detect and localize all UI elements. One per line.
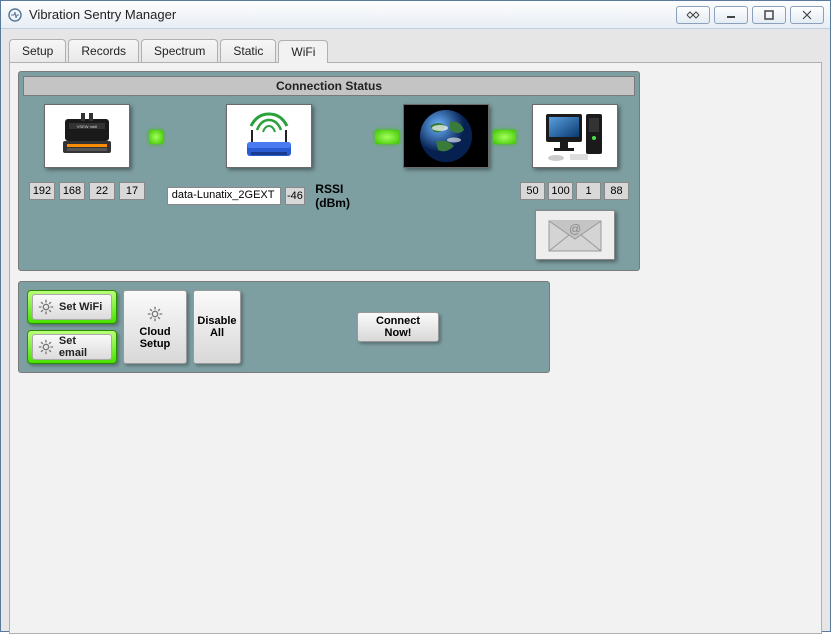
cloud-setup-label: CloudSetup <box>139 326 170 350</box>
controls-panel: Set WiFi Set email CloudSetup <box>18 281 550 373</box>
device-ip-octet-1[interactable]: 192 <box>29 182 55 200</box>
set-email-label: Set email <box>59 335 107 359</box>
status-header: Connection Status <box>23 76 635 96</box>
gear-icon <box>146 305 164 323</box>
overflow-button[interactable] <box>676 6 710 24</box>
svg-text:@: @ <box>568 222 580 236</box>
tab-static[interactable]: Static <box>220 39 276 62</box>
app-window: Vibration Sentry Manager Setup Records S… <box>0 0 831 632</box>
window-controls <box>672 6 824 24</box>
tab-wifi[interactable]: WiFi <box>278 40 328 63</box>
set-email-button[interactable]: Set email <box>27 330 117 364</box>
tab-setup[interactable]: Setup <box>9 39 66 62</box>
internet-column <box>403 104 489 168</box>
tab-strip: Setup Records Spectrum Static WiFi <box>9 37 822 62</box>
client-area: Setup Records Spectrum Static WiFi Conne… <box>1 29 830 631</box>
ssid-field[interactable]: data-Lunatix_2GEXT <box>167 187 281 205</box>
cloud-setup-button[interactable]: CloudSetup <box>123 290 187 364</box>
svg-text:VSEW mkII: VSEW mkII <box>77 124 97 129</box>
email-icon: @ <box>535 210 615 260</box>
window-title: Vibration Sentry Manager <box>29 7 176 22</box>
minimize-button[interactable] <box>714 6 748 24</box>
computer-icon <box>532 104 618 168</box>
disable-all-button[interactable]: DisableAll <box>193 290 241 364</box>
server-ip-octet-1[interactable]: 50 <box>520 182 545 200</box>
link-internet-server <box>493 130 516 144</box>
connect-now-label: ConnectNow! <box>376 315 420 339</box>
router-column: data-Lunatix_2GEXT -46 RSSI (dBm) <box>167 104 372 210</box>
link-device-router <box>149 130 163 144</box>
globe-icon <box>403 104 489 168</box>
server-column: 50 100 1 88 @ <box>520 104 629 260</box>
server-ip-octet-2[interactable]: 100 <box>548 182 573 200</box>
device-ip-octet-3[interactable]: 22 <box>89 182 115 200</box>
rssi-value: -46 <box>285 187 306 205</box>
tab-records[interactable]: Records <box>68 39 139 62</box>
gear-icon <box>37 338 55 356</box>
tab-spectrum[interactable]: Spectrum <box>141 39 218 62</box>
connect-now-button[interactable]: ConnectNow! <box>357 312 439 342</box>
device-ip-octet-4[interactable]: 17 <box>119 182 145 200</box>
set-wifi-button[interactable]: Set WiFi <box>27 290 117 324</box>
server-ip-octet-4[interactable]: 88 <box>604 182 629 200</box>
titlebar: Vibration Sentry Manager <box>1 1 830 29</box>
link-router-internet <box>375 130 398 144</box>
app-icon <box>7 7 23 23</box>
connection-status-panel: Connection Status VSEW mkII <box>18 71 640 271</box>
maximize-button[interactable] <box>752 6 786 24</box>
rssi-label: RSSI (dBm) <box>315 182 371 210</box>
close-button[interactable] <box>790 6 824 24</box>
device-ip-octet-2[interactable]: 168 <box>59 182 85 200</box>
tab-content: Connection Status VSEW mkII <box>9 62 822 634</box>
set-wifi-label: Set WiFi <box>59 301 102 313</box>
device-icon: VSEW mkII <box>44 104 130 168</box>
gear-icon <box>37 298 55 316</box>
server-ip-octet-3[interactable]: 1 <box>576 182 601 200</box>
router-icon <box>226 104 312 168</box>
disable-all-label: DisableAll <box>197 315 236 339</box>
device-column: VSEW mkII 192 168 22 <box>29 104 145 200</box>
